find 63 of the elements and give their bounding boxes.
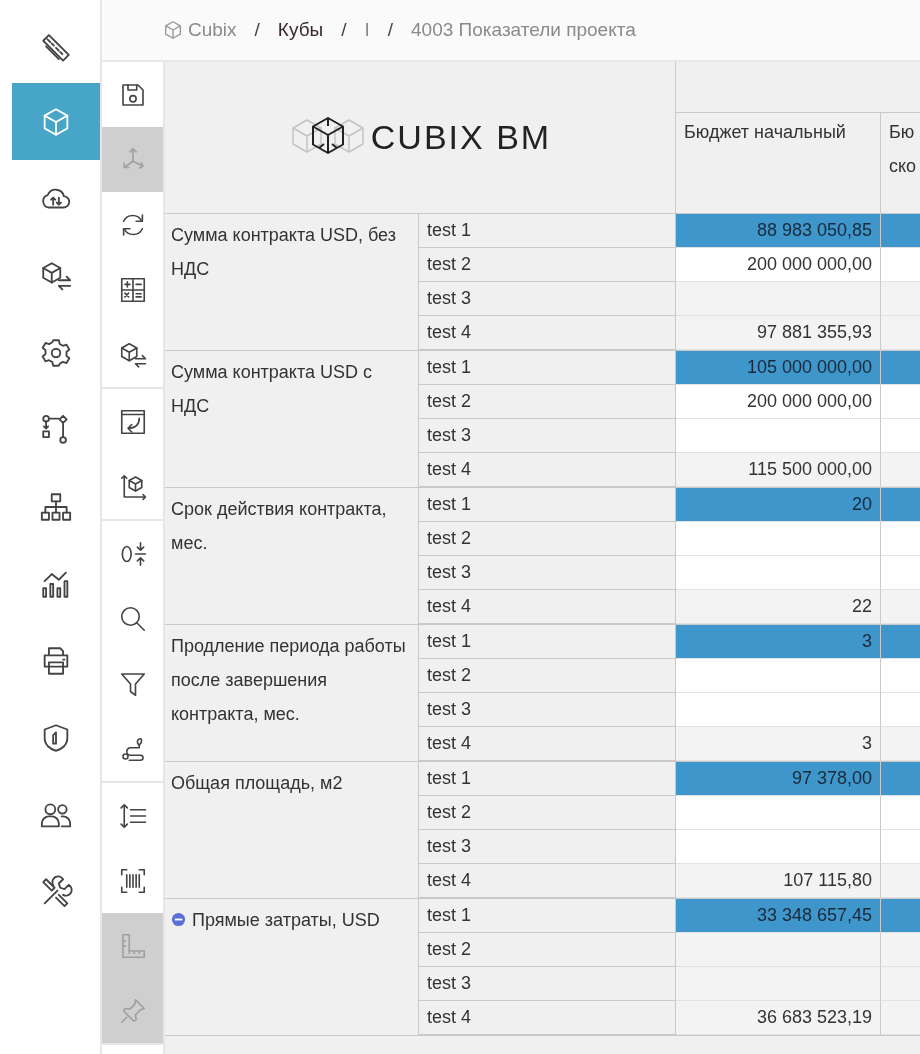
- value-cell[interactable]: 107 115,80: [676, 864, 881, 898]
- value-cell[interactable]: [881, 693, 920, 727]
- value-cell[interactable]: [881, 248, 920, 282]
- row-group-label: Сумма контракта USD, без НДС: [171, 224, 397, 281]
- value-cell[interactable]: [881, 830, 920, 864]
- value-cell[interactable]: [676, 830, 881, 864]
- value-cell[interactable]: [881, 488, 920, 522]
- value-cell[interactable]: [676, 933, 881, 967]
- value-cell[interactable]: [881, 351, 920, 385]
- row-group-label: Срок действия контракта, мес.: [171, 498, 388, 555]
- row-group-label: Сумма контракта USD с НДС: [171, 361, 373, 418]
- value-cell[interactable]: 33 348 657,45: [676, 899, 881, 933]
- value-cell[interactable]: [676, 522, 881, 556]
- row-group-label: Продление периода работы после завершения контракта, мес.: [171, 635, 407, 726]
- row-label: test 4: [419, 727, 676, 761]
- value-cell[interactable]: 22: [676, 590, 881, 624]
- value-cell[interactable]: [676, 796, 881, 830]
- row-group-label: Прямые затраты, USD: [192, 909, 380, 932]
- value-cell[interactable]: [881, 522, 920, 556]
- value-cell[interactable]: 3: [676, 727, 881, 761]
- value-cell[interactable]: [881, 899, 920, 933]
- value-cell[interactable]: [676, 967, 881, 1001]
- value-cell[interactable]: 200 000 000,00: [676, 385, 881, 419]
- value-cell[interactable]: [881, 762, 920, 796]
- cube-icon: [162, 19, 184, 41]
- value-cell[interactable]: 88 983 050,85: [676, 214, 881, 248]
- value-cell[interactable]: [881, 659, 920, 693]
- tools-icon: [39, 874, 73, 909]
- breadcrumb-item: 4003 Показатели проекта: [411, 19, 636, 41]
- value-cell[interactable]: [676, 556, 881, 590]
- breadcrumb-separator: /: [254, 19, 260, 41]
- row-label: test 4: [419, 1001, 676, 1035]
- value-cell[interactable]: [676, 282, 881, 316]
- value-cell[interactable]: [676, 659, 881, 693]
- value-cell[interactable]: 97 881 355,93: [676, 316, 881, 350]
- breadcrumb-separator: /: [387, 19, 394, 41]
- value-cell[interactable]: 20: [676, 488, 881, 522]
- value-cell[interactable]: [881, 796, 920, 830]
- row-group-label: Общая площадь, м2: [171, 772, 343, 795]
- row-label: test 4: [419, 316, 676, 350]
- value-cell[interactable]: 115 500 000,00: [676, 453, 881, 487]
- column-header: Бю ско: [888, 121, 918, 178]
- breadcrumb-item: I: [364, 19, 370, 41]
- row-label: test 4: [419, 590, 676, 624]
- value-cell[interactable]: [676, 693, 881, 727]
- value-cell[interactable]: [881, 625, 920, 659]
- value-cell[interactable]: 3: [676, 625, 881, 659]
- breadcrumb-separator: /: [341, 19, 347, 41]
- collapse-icon[interactable]: [171, 912, 186, 927]
- value-cell[interactable]: 200 000 000,00: [676, 248, 881, 282]
- value-cell[interactable]: [881, 556, 920, 590]
- value-cell[interactable]: 36 683 523,19: [676, 1001, 881, 1035]
- value-cell[interactable]: 105 000 000,00: [676, 351, 881, 385]
- value-cell[interactable]: [881, 419, 920, 453]
- row-label: test 4: [419, 864, 676, 898]
- column-header: Бюджет начальный: [676, 113, 881, 213]
- logo-text: CUBIX BM: [370, 118, 552, 157]
- row-label: test 4: [419, 453, 676, 487]
- value-cell[interactable]: [881, 385, 920, 419]
- value-cell[interactable]: 97 378,00: [676, 762, 881, 796]
- value-cell[interactable]: [676, 419, 881, 453]
- value-cell[interactable]: [881, 214, 920, 248]
- breadcrumb-link[interactable]: Кубы: [277, 19, 324, 41]
